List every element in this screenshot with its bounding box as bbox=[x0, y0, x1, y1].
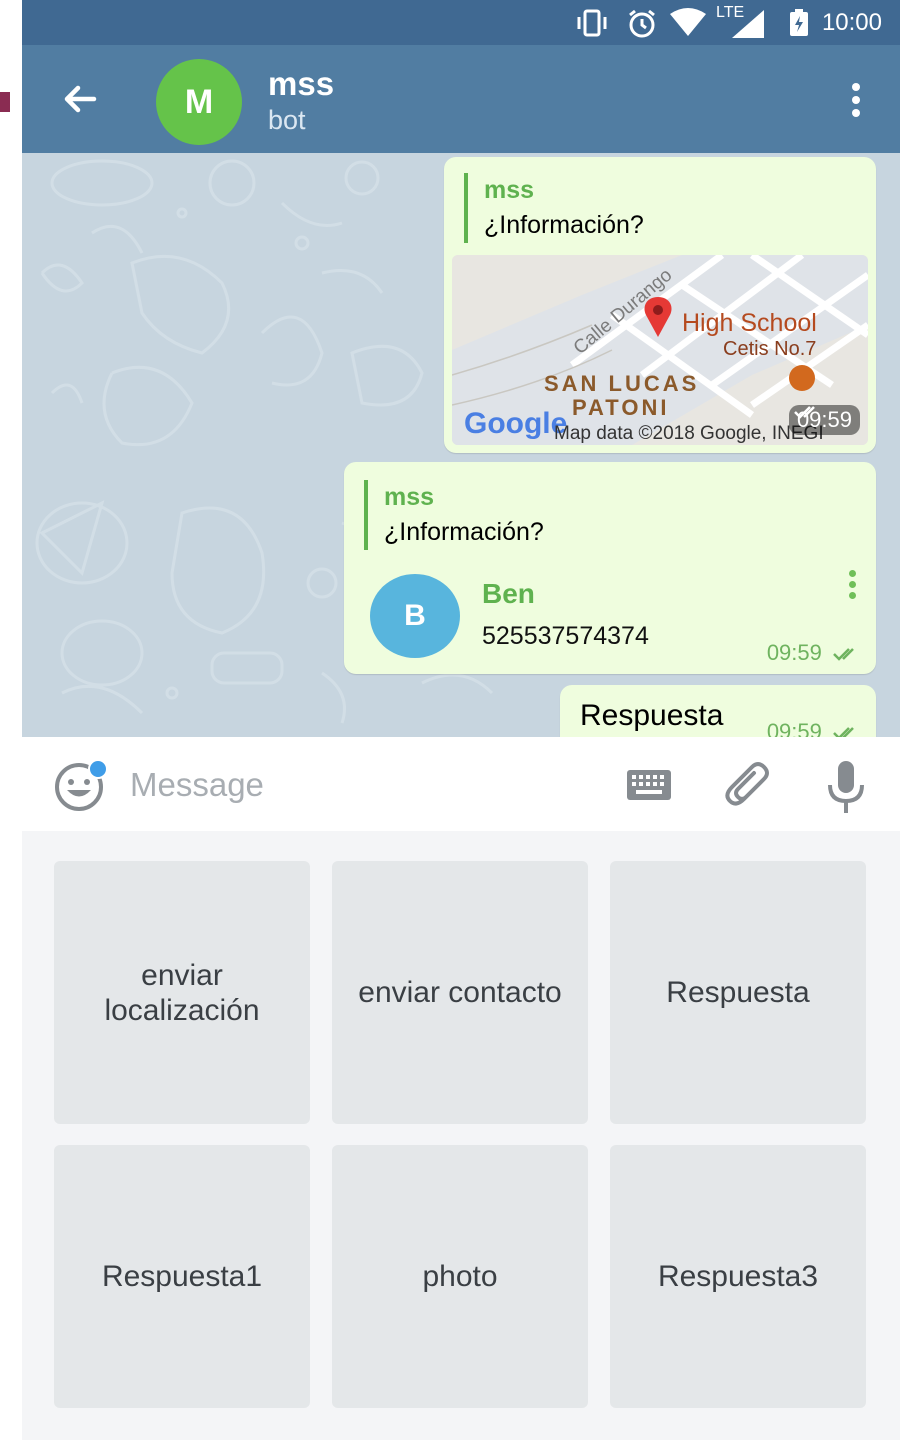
read-checkmarks-icon bbox=[794, 406, 815, 419]
location-map-preview[interactable]: Calle Durango High School Cetis No.7 SAN… bbox=[452, 255, 868, 445]
read-checkmarks-icon bbox=[833, 727, 854, 737]
message-time: 09:59 bbox=[767, 719, 860, 737]
chat-header: M mss bot bbox=[22, 45, 900, 153]
attach-icon[interactable] bbox=[722, 759, 776, 813]
reply-quote[interactable]: mss ¿Información? bbox=[364, 480, 544, 550]
read-checkmarks-icon bbox=[833, 648, 854, 661]
new-stickers-dot bbox=[88, 759, 108, 779]
keyboard-button-enviar-localizacion[interactable]: enviar localización bbox=[54, 861, 310, 1124]
map-poi-label: High School bbox=[682, 309, 817, 337]
keyboard-button-respuesta1[interactable]: Respuesta1 bbox=[54, 1145, 310, 1408]
chat-title[interactable]: mss bbox=[268, 65, 334, 103]
screenshot-left-margin bbox=[0, 0, 22, 1440]
chat-subtitle: bot bbox=[268, 105, 306, 135]
message-input[interactable] bbox=[130, 761, 600, 809]
status-time: 10:00 bbox=[821, 9, 882, 36]
status-bar: LTE 10:00 bbox=[22, 0, 900, 45]
keyboard-button-respuesta[interactable]: Respuesta bbox=[610, 861, 866, 1124]
keyboard-button-photo[interactable]: photo bbox=[332, 1145, 588, 1408]
message-time: 09:59 bbox=[767, 640, 860, 666]
message-time: 09:59 bbox=[788, 405, 860, 435]
reply-text: ¿Información? bbox=[484, 211, 644, 239]
map-poi-sublabel: Cetis No.7 bbox=[723, 338, 816, 360]
edge-mark bbox=[0, 92, 10, 112]
message-composer bbox=[22, 737, 900, 831]
map-area-label: SAN LUCAS bbox=[544, 371, 699, 396]
reply-text: ¿Información? bbox=[384, 518, 544, 546]
bot-keyboard-icon[interactable] bbox=[626, 769, 672, 801]
map-area-label-2: PATONI bbox=[572, 395, 669, 420]
bot-reply-keyboard: enviar localización enviar contacto Resp… bbox=[22, 831, 900, 1440]
reply-author: mss bbox=[484, 176, 535, 204]
contact-message-bubble[interactable]: mss ¿Información? B Ben 525537574374 09:… bbox=[344, 462, 876, 674]
telegram-chat-screen: LTE 10:00 M mss bot mss ¿Información? Ca… bbox=[22, 0, 900, 1440]
microphone-icon[interactable] bbox=[822, 759, 870, 815]
contact-options-icon[interactable] bbox=[844, 570, 860, 606]
keyboard-button-enviar-contacto[interactable]: enviar contacto bbox=[332, 861, 588, 1124]
vibrate-icon bbox=[577, 9, 607, 37]
message-text: Respuesta bbox=[580, 699, 724, 732]
keyboard-button-respuesta3[interactable]: Respuesta3 bbox=[610, 1145, 866, 1408]
contact-name[interactable]: Ben bbox=[482, 578, 535, 610]
alarm-icon bbox=[629, 9, 655, 38]
google-logo: Google bbox=[464, 407, 567, 440]
wifi-icon bbox=[670, 8, 706, 36]
signal-icon bbox=[732, 10, 764, 38]
battery-charging-icon bbox=[790, 9, 808, 36]
text-message-bubble[interactable]: Respuesta 09:59 bbox=[560, 685, 876, 737]
more-options-icon[interactable] bbox=[842, 79, 870, 123]
location-message-bubble[interactable]: mss ¿Información? Calle Durango High Sch… bbox=[444, 157, 876, 453]
contact-phone: 525537574374 bbox=[482, 622, 649, 650]
reply-author: mss bbox=[384, 483, 435, 511]
contact-avatar[interactable]: B bbox=[370, 574, 460, 658]
bot-avatar[interactable]: M bbox=[156, 59, 242, 145]
message-list[interactable]: mss ¿Información? Calle Durango High Sch… bbox=[22, 153, 900, 737]
map-attribution: Map data ©2018 Google, INEGI bbox=[554, 423, 824, 444]
back-arrow-icon[interactable] bbox=[56, 75, 104, 123]
reply-quote[interactable]: mss ¿Información? bbox=[464, 173, 644, 243]
